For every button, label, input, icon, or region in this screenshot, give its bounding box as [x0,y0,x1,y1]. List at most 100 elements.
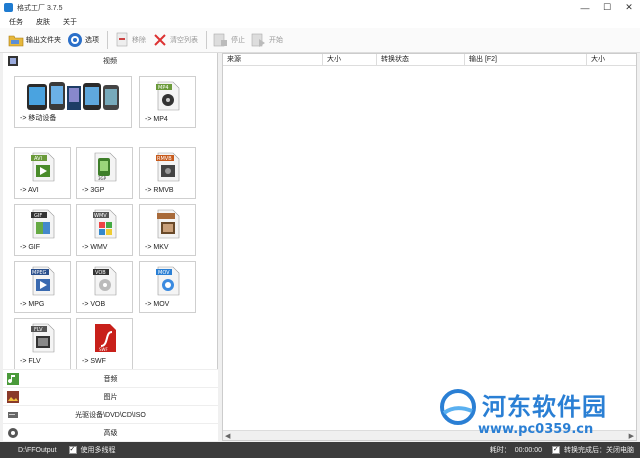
gif-badge-text: GIF [34,213,42,219]
format-label: -> 3GP [82,187,105,194]
status-bar: D:\FFOutput 使用多线程 耗时： 00:00:00 转换完成后：关闭电… [0,442,640,458]
close-button[interactable]: ✕ [618,0,640,15]
options-button[interactable]: 选项 [67,29,99,51]
toolbar: 输出文件夹 选项 移除 清空列表 停止 开始 [0,28,640,53]
mobile-devices-icon [27,82,119,110]
format-label: -> WMV [82,244,108,251]
output-path[interactable]: D:\FFOutput [18,447,57,454]
rmvb-badge-text: RMVB [157,156,172,162]
category-picture-label: 图片 [103,393,118,401]
folder-icon [8,32,24,48]
stop-button[interactable]: 停止 [213,29,245,51]
flv-badge-text: FLV [34,327,43,333]
multithread-label: 使用多线程 [80,447,116,454]
watermark-logo-icon [440,389,476,425]
3gp-badge-text: 3GP [98,176,107,181]
col-source[interactable]: 来源 [223,54,323,65]
title-bar: 格式工厂 3.7.5 — ☐ ✕ [0,0,640,15]
clear-list-button[interactable]: 清空列表 [152,29,198,51]
watermark-title: 河东软件园 [482,393,607,421]
mkv-icon [157,209,180,239]
category-picture[interactable]: 图片 [3,387,218,405]
multithread-checkbox[interactable] [68,445,77,454]
format-label: -> GIF [20,244,41,251]
app-icon [4,3,13,12]
format-mpg-button[interactable]: MPEG -> MPG [14,261,71,313]
options-label: 选项 [85,37,99,44]
category-advanced-label: 高级 [103,429,118,437]
start-icon [251,32,267,48]
category-audio[interactable]: 音频 [3,369,218,387]
format-label: -> AVI [20,187,39,194]
col-output[interactable]: 输出 [F2] [465,54,587,65]
category-disc[interactable]: 光驱设备\DVD\CD\ISO [3,405,218,423]
menu-about[interactable]: 关于 [63,17,77,27]
vob-icon: VOB [93,266,117,296]
menu-skin[interactable]: 皮肤 [36,17,50,27]
col-size[interactable]: 大小 [323,54,377,65]
swf-badge-text: SWF [99,347,108,352]
format-mp4-button[interactable]: MP4 -> MP4 [139,76,196,128]
watermark-url: www.pc0359.cn [478,422,594,437]
task-list[interactable]: 来源 大小 转换状态 输出 [F2] 大小 ◀ ▶ [222,53,637,441]
after-done-label: 转换完成后：关闭电脑 [564,447,634,454]
category-video-label: 视频 [103,58,117,65]
wmv-icon: WMV [93,209,117,239]
menu-task[interactable]: 任务 [9,17,23,27]
format-rmvb-button[interactable]: RMVB -> RMVB [139,147,196,199]
start-label: 开始 [269,37,283,44]
avi-icon: AVI [31,152,55,182]
format-3gp-button[interactable]: 3GP -> 3GP [76,147,133,199]
col-output-size[interactable]: 大小 [587,54,636,65]
format-flv-button[interactable]: FLV -> FLV [14,318,71,370]
format-wmv-button[interactable]: WMV -> WMV [76,204,133,256]
category-video[interactable]: 视频 [3,53,217,69]
toolbar-divider [206,31,207,49]
format-label: -> MKV [145,244,169,251]
task-list-header: 来源 大小 转换状态 输出 [F2] 大小 [223,54,636,66]
mov-badge-text: MOV [158,270,170,276]
elapsed-label: 耗时： [489,447,511,454]
format-label: -> VOB [82,301,106,308]
clear-list-label: 清空列表 [170,37,198,44]
category-panel: 视频 -> 移动设备 MP4 -> MP4 AVI -> AVI 3GP -> … [3,53,218,441]
format-label: -> MOV [145,301,170,308]
flv-icon: FLV [31,323,55,353]
avi-badge-text: AVI [34,156,42,162]
mpg-badge-text: MPEG [32,270,46,276]
format-label: -> RMVB [145,187,174,194]
format-label: -> MP4 [145,116,168,123]
remove-button[interactable]: 移除 [114,29,146,51]
format-label: -> FLV [20,358,41,365]
gif-icon: GIF [31,209,55,239]
format-mov-button[interactable]: MOV -> MOV [139,261,196,313]
category-advanced[interactable]: 高级 [3,423,218,441]
format-label: -> 移动设备 [20,115,57,122]
format-mobile-button[interactable]: -> 移动设备 [14,76,132,128]
scroll-left-icon[interactable]: ◀ [225,432,230,440]
rmvb-icon: RMVB [156,152,180,182]
remove-label: 移除 [132,37,146,44]
swf-icon: SWF [95,324,116,352]
wmv-badge-text: WMV [94,213,107,219]
format-swf-button[interactable]: SWF -> SWF [76,318,133,370]
format-grid: -> 移动设备 MP4 -> MP4 AVI -> AVI 3GP -> 3GP… [3,69,217,371]
clear-x-icon [152,32,168,48]
start-button[interactable]: 开始 [251,29,283,51]
mp4-badge-text: MP4 [158,85,169,91]
output-folder-button[interactable]: 输出文件夹 [8,29,61,51]
format-mkv-button[interactable]: -> MKV [139,204,196,256]
other-categories: 音频 图片 光驱设备\DVD\CD\ISO 高级 [3,369,218,441]
format-avi-button[interactable]: AVI -> AVI [14,147,71,199]
watermark: 河东软件园 www.pc0359.cn [430,385,640,442]
stop-label: 停止 [231,37,245,44]
col-status[interactable]: 转换状态 [377,54,465,65]
minimize-button[interactable]: — [574,0,596,15]
format-vob-button[interactable]: VOB -> VOB [76,261,133,313]
category-disc-label: 光驱设备\DVD\CD\ISO [75,411,146,419]
format-label: -> MPG [20,301,45,308]
maximize-button[interactable]: ☐ [596,0,618,15]
format-gif-button[interactable]: GIF -> GIF [14,204,71,256]
elapsed-value: 00:00:00 [514,446,542,454]
after-done-checkbox[interactable] [552,445,560,454]
